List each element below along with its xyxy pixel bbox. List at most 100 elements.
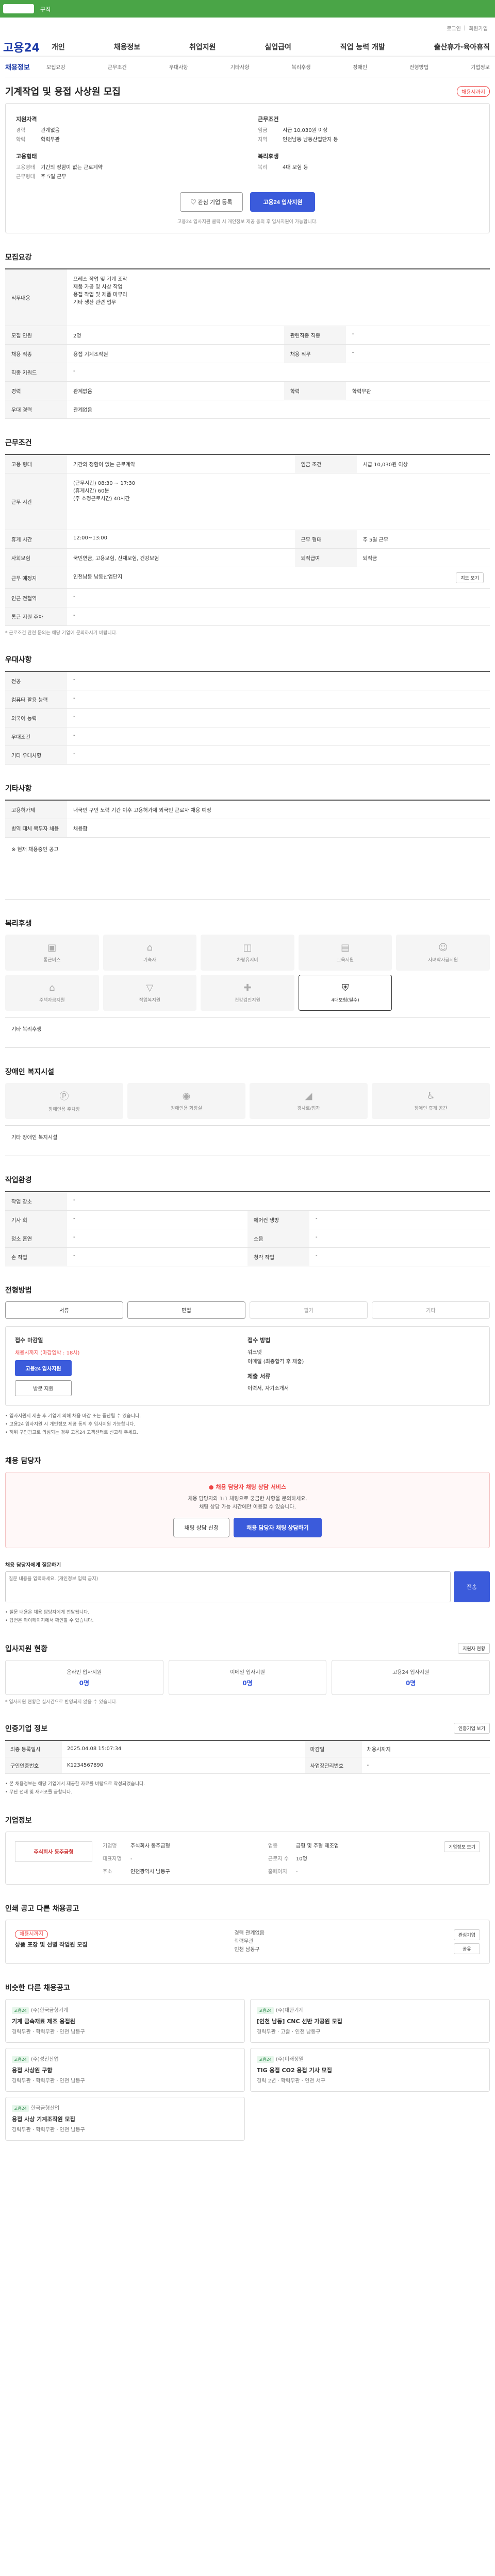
chat-start-button[interactable]: 채용 담당자 채팅 상담하기 — [234, 1517, 322, 1537]
summary-value: 주 5일 근무 — [41, 174, 67, 180]
qa-input[interactable] — [5, 1571, 451, 1602]
table-row: 컴퓨터 활용 능력 - — [5, 690, 490, 709]
stat-value: 0명 — [405, 1679, 416, 1687]
welfare-label: 작업복지원 — [139, 997, 161, 1003]
chat-request-button[interactable]: 채팅 상담 신청 — [173, 1517, 230, 1537]
posting-more-button[interactable]: 인증기업 보기 — [453, 1723, 490, 1734]
doc-head: 제출 서류 — [248, 1372, 271, 1380]
similar-title: 기계 금속재료 제조 용접원 — [12, 2018, 75, 2025]
bullet-text: 질문 내용은 채용 담당자에게 전달됩니다. — [5, 1608, 490, 1617]
similar-card[interactable]: 고용24 (주)대한기계 [인천 남동] CNC 선반 가공원 모집 경력무관 · 고… — [250, 1998, 490, 2043]
table-key: 근무 시간 — [5, 473, 67, 530]
map-button[interactable]: 지도 보기 — [456, 572, 484, 583]
method-tile-document: 서류 — [5, 1301, 123, 1319]
table-value: 퇴직금 — [356, 548, 490, 567]
recommend-interest-button[interactable]: 관심기업 — [453, 1929, 480, 1940]
table-key: 우대 경력 — [5, 400, 67, 419]
welfare-tile: ✚ 건강검진지원 — [201, 974, 294, 1011]
apply-deadline: 채용시까지 (마감임박 : 18시) — [15, 1350, 80, 1356]
company-key: 대표자명 — [103, 1856, 122, 1862]
util-divider: | — [464, 25, 466, 31]
table-row: 직종 키워드 - — [5, 363, 490, 382]
similar-title: 용접 사상원 구함 — [12, 2066, 53, 2074]
company-key: 기업명 — [103, 1843, 117, 1849]
duty-label: 직무내용 — [5, 269, 67, 326]
table-value: - — [67, 1247, 248, 1266]
table-value: 주 5일 근무 — [356, 530, 490, 549]
similar-company: (주)한국금형기계 — [30, 2007, 69, 2013]
recommend-line: 경력 관계없음 — [234, 1930, 265, 1936]
similar-tag: 고용24 — [12, 2007, 29, 2014]
similar-company: (주)대한기계 — [275, 2007, 304, 2013]
login-link[interactable]: 로그인 — [447, 24, 461, 32]
subnav-item-welfare[interactable]: 복리후생 — [292, 63, 311, 71]
similar-card[interactable]: 고용24 (주)성진산업 용접 사상원 구함 경력무관 · 학력무관 · 인천 남동구 — [5, 2047, 245, 2092]
gnb-item-personal[interactable]: 개인 — [52, 42, 65, 52]
disabled-label: 경사로/점자 — [297, 1106, 320, 1111]
table-value: - — [309, 1247, 490, 1266]
gnb-item-leave[interactable]: 출산휴가·육아휴직 — [434, 42, 490, 52]
table-key: 고용허가제 — [5, 800, 67, 819]
top-banner-text: 구직 — [40, 6, 51, 13]
site-logo[interactable]: 고용24 — [0, 39, 52, 55]
signup-link[interactable]: 회원가입 — [469, 24, 488, 32]
table-key: 청각 작업 — [248, 1247, 309, 1266]
similar-card[interactable]: 고용24 한국금형산업 용접 사상 기계조작원 모집 경력무관 · 학력무관 · 인천… — [5, 2096, 245, 2141]
similar-tag: 고용24 — [257, 2056, 274, 2063]
subnav-item-company[interactable]: 기업정보 — [471, 63, 490, 71]
qa-submit-button[interactable]: 전송 — [454, 1571, 490, 1602]
table-row: 병역 대체 복무자 채용 채용함 — [5, 819, 490, 838]
subnav-item-disabled[interactable]: 장애인 — [353, 63, 368, 71]
summary-row: 임금 시급 10,030원 이상 — [258, 126, 479, 135]
top-search-box[interactable] — [3, 4, 34, 13]
recommend-share-button[interactable]: 공유 — [453, 1943, 480, 1954]
house-icon: ⌂ — [49, 982, 55, 993]
table-row: 근무 예정지 인천남동 남동산업단지 지도 보기 — [5, 567, 490, 589]
table-value: - — [67, 1229, 248, 1248]
subnav-item-conditions[interactable]: 근무조건 — [108, 63, 127, 71]
apply-button[interactable]: 고용24 입사지원 — [250, 192, 316, 212]
subnav-item-recruit[interactable]: 모집요강 — [46, 63, 65, 71]
bullet-text: 무단 전재 및 재배포를 금합니다. — [5, 1788, 490, 1797]
similar-card[interactable]: 고용24 (주)한국금형기계기계 금속재료 제조 용접원경력무관 · 학력무관 ·… — [5, 1998, 245, 2043]
subnav-item-etc[interactable]: 기타사항 — [230, 63, 250, 71]
gnb-item-training[interactable]: 직업 능력 개발 — [340, 42, 385, 52]
company-info-button[interactable]: 기업정보 보기 — [443, 1841, 480, 1852]
rest-icon: ♿ — [426, 1090, 435, 1101]
table-value: 관계없음 — [67, 381, 284, 400]
company-key: 주소 — [103, 1869, 112, 1875]
company-value: 주식회사 동주금형 — [130, 1843, 170, 1849]
table-key: 에어컨 냉방 — [248, 1210, 309, 1229]
table-value: 인천남동 남동산업단지 지도 보기 — [67, 567, 490, 589]
similar-title: 용접 사상 기계조작원 모집 — [12, 2115, 75, 2123]
summary-value: 기간의 정함이 없는 근로계약 — [41, 165, 103, 171]
company-field: 근로자 수 10명 — [268, 1854, 434, 1862]
gnb-item-benefit[interactable]: 실업급여 — [265, 42, 291, 52]
welfare-tile: ⌂ 기숙사 — [103, 934, 197, 971]
section-title-stats: 입사지원 현황 — [5, 1645, 48, 1653]
subnav-item-selection[interactable]: 전형방법 — [409, 63, 428, 71]
chat-box: ● 채용 담당자 채팅 상담 서비스 채용 담당자와 1:1 채팅으로 궁금한 … — [5, 1471, 490, 1548]
subnav-item-preferences[interactable]: 우대사항 — [169, 63, 188, 71]
table-row: 직무내용 프레스 작업 및 기계 조작 제품 가공 및 사상 작업 용접 작업 … — [5, 269, 490, 326]
summary-row: 근무형태 주 5일 근무 — [16, 173, 237, 182]
recommend-title[interactable]: 상품 포장 및 선별 작업원 모집 — [15, 1940, 224, 1948]
gnb-item-support[interactable]: 취업지원 — [189, 42, 216, 52]
gnb-item-jobs[interactable]: 채용정보 — [114, 42, 141, 52]
interest-company-button[interactable]: ♡ 관심 기업 등록 — [179, 192, 243, 212]
summary-row: 지역 인천남동 남동산업단지 등 — [258, 135, 479, 145]
table-value: 채용시까지 — [361, 1740, 490, 1757]
table-key: 전공 — [5, 671, 67, 690]
similar-card[interactable]: 고용24 (주)미래정밀 TIG 용접 CO2 용접 기사 모집 경력 2년 · 학력… — [250, 2047, 490, 2092]
global-nav: 고용24 개인 채용정보 취업지원 실업급여 직업 능력 개발 출산휴가·육아휴… — [0, 38, 495, 57]
apply-visit-button[interactable]: 방문 지원 — [15, 1380, 72, 1396]
disabled-tile: ◉ 장애인용 화장실 — [127, 1082, 245, 1119]
qa-wrap: 채용 담당자에게 질문하기 전송 질문 내용은 채용 담당자에게 전달됩니다. … — [5, 1561, 490, 1625]
welfare-label: 교육지원 — [337, 957, 354, 963]
table-value: (근무시간) 08:30 ~ 17:30 (휴게시간) 60분 (주 소정근로시… — [67, 473, 490, 530]
stats-grid: 온라인 입사지원 0명 이메일 입사지원 0명 고용24 입사지원 0명 — [5, 1659, 490, 1695]
apply-online-button[interactable]: 고용24 입사지원 — [15, 1360, 72, 1376]
stat-label: 이메일 입사지원 — [230, 1669, 265, 1675]
similar-meta: 경력무관 · 학력무관 · 인천 남동구 — [12, 2029, 85, 2035]
stats-more-button[interactable]: 지원자 현황 — [458, 1643, 490, 1654]
